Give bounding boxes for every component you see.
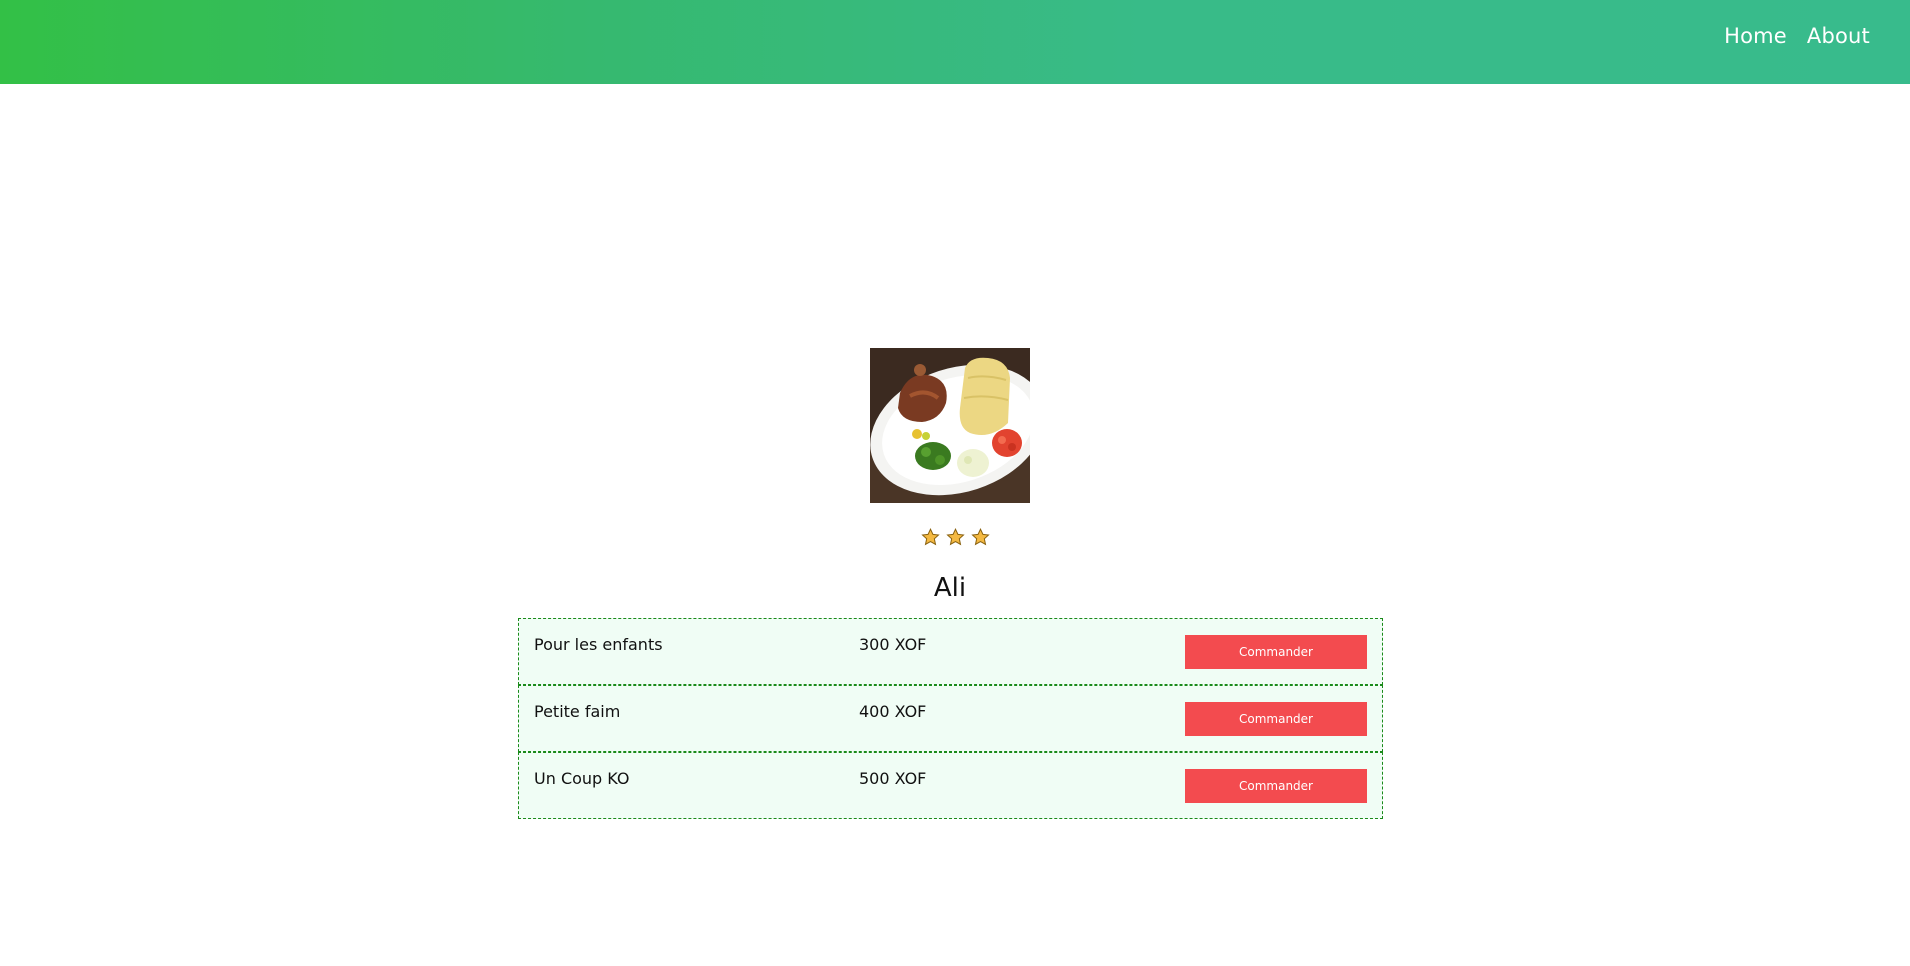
- menu-item-label: Petite faim: [534, 702, 621, 721]
- menu-row: Un Coup KO 500 XOF Commander: [518, 752, 1383, 819]
- star-icon: [970, 528, 990, 546]
- menu-row: Pour les enfants 300 XOF Commander: [518, 618, 1383, 685]
- menu-item-label: Un Coup KO: [534, 769, 630, 788]
- star-icon: [920, 528, 940, 546]
- menu-list: Pour les enfants 300 XOF Commander Petit…: [518, 618, 1383, 819]
- top-navbar: Home About: [0, 0, 1910, 84]
- order-button[interactable]: Commander: [1185, 702, 1367, 736]
- restaurant-name: Ali: [933, 573, 967, 603]
- menu-item-label: Pour les enfants: [534, 635, 663, 654]
- order-button[interactable]: Commander: [1185, 769, 1367, 803]
- star-rating: [0, 528, 1910, 546]
- nav-about-link[interactable]: About: [1807, 24, 1870, 48]
- nav-links: Home About: [1724, 24, 1870, 48]
- star-icon: [945, 528, 965, 546]
- food-plate-image: [870, 348, 1030, 503]
- menu-item-price: 400 XOF: [859, 702, 927, 721]
- menu-item-price: 500 XOF: [859, 769, 927, 788]
- menu-item-price: 300 XOF: [859, 635, 927, 654]
- menu-row: Petite faim 400 XOF Commander: [518, 685, 1383, 752]
- restaurant-food-image: [870, 348, 1030, 503]
- nav-home-link[interactable]: Home: [1724, 24, 1787, 48]
- order-button[interactable]: Commander: [1185, 635, 1367, 669]
